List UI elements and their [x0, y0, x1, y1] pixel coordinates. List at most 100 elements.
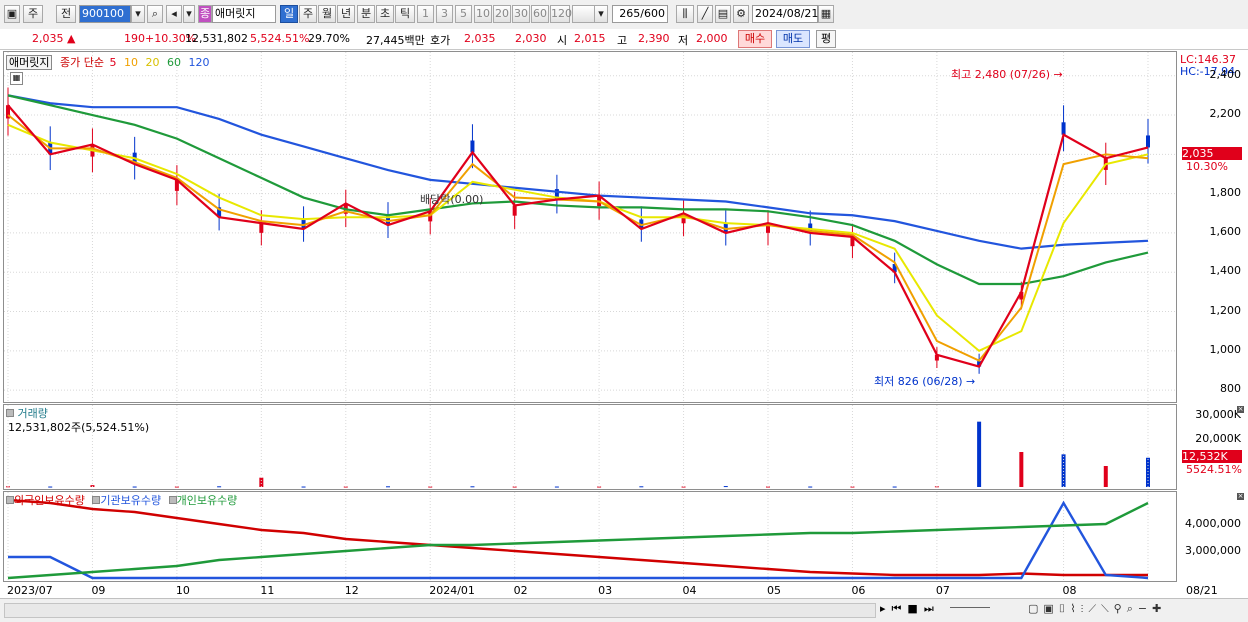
vol-tick-20000: 20,000K [1195, 432, 1241, 445]
count-field[interactable]: 265/600 [612, 5, 668, 23]
volume-bar [48, 486, 53, 488]
volume-bar [639, 486, 644, 488]
period-second[interactable]: 초 [376, 5, 394, 23]
ma-10-label: 10 [123, 56, 138, 69]
event-annotation: 배당락(0.00) [420, 193, 484, 206]
volume-chart-panel[interactable]: 거래량 12,531,802주(5,524.51%) [3, 404, 1177, 490]
stock-type-icon: 종 [198, 5, 212, 23]
chevron-down-icon[interactable]: ▾ [594, 5, 608, 23]
period-year[interactable]: 년 [337, 5, 355, 23]
ma-20-label: 20 [145, 56, 160, 69]
chevron-down-icon[interactable]: ▾ [131, 5, 145, 23]
screen-menu-icon[interactable]: ▣ [4, 5, 20, 23]
toolbar: ▣ 주 전 900100 ▾ ⌕ ◂ ▾ 종 애머릿지 일 주 월 년 분 초 … [0, 0, 1248, 30]
minute-5[interactable]: 5 [455, 5, 472, 23]
ma10-line [7, 114, 1149, 362]
holdings-chart-panel[interactable]: 외국인보유수량 기관보유수량 개인보유수량 [3, 491, 1177, 582]
x-month-label: 11 [260, 584, 275, 597]
low-annotation: 최저 826 (06/28) → [874, 375, 976, 388]
volume-bar [301, 486, 306, 488]
speaker-icon[interactable]: ◂ [166, 5, 182, 23]
minute-30[interactable]: 30 [512, 5, 530, 23]
market-select[interactable]: 주 [23, 5, 43, 23]
tool-icons[interactable]: ▢▣⌷⌇⫶⟋⟍⚲⌕−✚ [1028, 602, 1166, 616]
period-minute[interactable]: 분 [357, 5, 375, 23]
volume-pct: 5,524.51% [250, 32, 310, 45]
price-chart-panel[interactable]: 애머릿지 종가 단순 5 10 20 60 120 ▦ 최고 2,480 (07… [3, 51, 1177, 403]
date-field[interactable]: 2024/08/21 [752, 5, 818, 23]
nav-buttons[interactable]: ▸⏮■⏭ [880, 602, 940, 616]
save-icon[interactable]: ▤ [715, 5, 731, 23]
price-tick-label: 1,000 [1209, 342, 1242, 356]
volume-bar [808, 486, 813, 488]
last-price-badge: 2,035 [1182, 147, 1242, 160]
foreign-legend: 외국인보유수량 [6, 494, 85, 507]
market-select-2[interactable]: 전 [56, 5, 76, 23]
price-tick-label: 1,200 [1209, 303, 1242, 317]
zoom-slider[interactable] [950, 607, 990, 614]
candle-body [1061, 122, 1066, 135]
x-month-label: 12 [344, 584, 359, 597]
line-draw-icon[interactable]: ╱ [697, 5, 713, 23]
x-month-label: 09 [91, 584, 106, 597]
minute-3[interactable]: 3 [436, 5, 453, 23]
stock-name-field: 애머릿지 [212, 5, 276, 23]
minute-20[interactable]: 20 [493, 5, 511, 23]
price-tick-label: 2,400 [1209, 67, 1242, 81]
x-month-label: 04 [682, 584, 697, 597]
minute-60[interactable]: 60 [531, 5, 549, 23]
volume-marker-icon [6, 409, 14, 417]
trade-amount: 27,445백만 [366, 34, 425, 47]
buy-button[interactable]: 매수 [738, 30, 772, 48]
period-month[interactable]: 월 [318, 5, 336, 23]
candle-type-icon[interactable]: ⫼ [676, 5, 694, 23]
holdings-y-axis[interactable]: 4,000,000 3,000,000 × [1178, 491, 1245, 582]
period-day[interactable]: 일 [280, 5, 298, 23]
stock-name-tag[interactable]: 애머릿지 [6, 55, 53, 70]
minute-1[interactable]: 1 [417, 5, 434, 23]
hold-tick-4000000: 4,000,000 [1185, 517, 1241, 530]
ma-5-label: 5 [109, 56, 117, 69]
search-icon[interactable]: ⌕ [147, 5, 163, 23]
x-month-label: 10 [175, 584, 190, 597]
volume-bar [386, 486, 390, 488]
institution-legend: 기관보유수량 [92, 494, 161, 507]
chevron-down-icon[interactable]: ▾ [183, 5, 195, 23]
ma60-line [7, 94, 1149, 286]
close-icon[interactable]: × [1237, 406, 1244, 413]
up-arrow-icon: ▲ [67, 32, 76, 45]
calendar-icon[interactable]: ▦ [818, 5, 834, 23]
candle-body [259, 223, 264, 233]
eval-button[interactable]: 평 [816, 30, 836, 48]
close-icon[interactable]: × [1237, 493, 1244, 500]
period-tick[interactable]: 틱 [395, 5, 415, 23]
volume-value: 12,531,802 [185, 32, 248, 45]
ask-label: 호가 [430, 34, 451, 47]
individual-holding-line [7, 501, 1149, 580]
sell-button[interactable]: 매도 [776, 30, 810, 48]
ma-120-label: 120 [188, 56, 210, 69]
minute-10[interactable]: 10 [474, 5, 492, 23]
last-volume-pct: 5524.51% [1186, 463, 1242, 476]
open-price: 2,015 [574, 32, 606, 45]
volume-bar [723, 486, 728, 488]
volume-bar [892, 486, 897, 488]
price-tick-label: 1,400 [1209, 264, 1242, 278]
low-price: 2,000 [696, 32, 728, 45]
period-week[interactable]: 주 [299, 5, 317, 23]
volume-y-axis[interactable]: 30,000K 20,000K 12,532K 5524.51% × [1178, 404, 1245, 490]
price-legend: 애머릿지 종가 단순 5 10 20 60 120 [6, 54, 209, 70]
code-input[interactable]: 900100 [79, 5, 131, 23]
x-month-label: 06 [851, 584, 866, 597]
x-month-label: 2024/01 [429, 584, 475, 597]
panel-grid-icon[interactable]: ▦ [10, 72, 23, 85]
price-tick-label: 1,800 [1209, 185, 1242, 199]
minute-120[interactable]: 120 [550, 5, 572, 23]
foreign-holding-line [7, 498, 1148, 577]
horizontal-scrollbar[interactable] [4, 603, 876, 618]
x-month-label: 03 [598, 584, 613, 597]
ma-60-label: 60 [166, 56, 181, 69]
gear-icon[interactable]: ⚙ [733, 5, 749, 23]
price-y-axis[interactable]: LC:146.37 HC:-17.94 2,4002,2002,0001,800… [1178, 51, 1245, 403]
volume-bar [217, 486, 222, 488]
